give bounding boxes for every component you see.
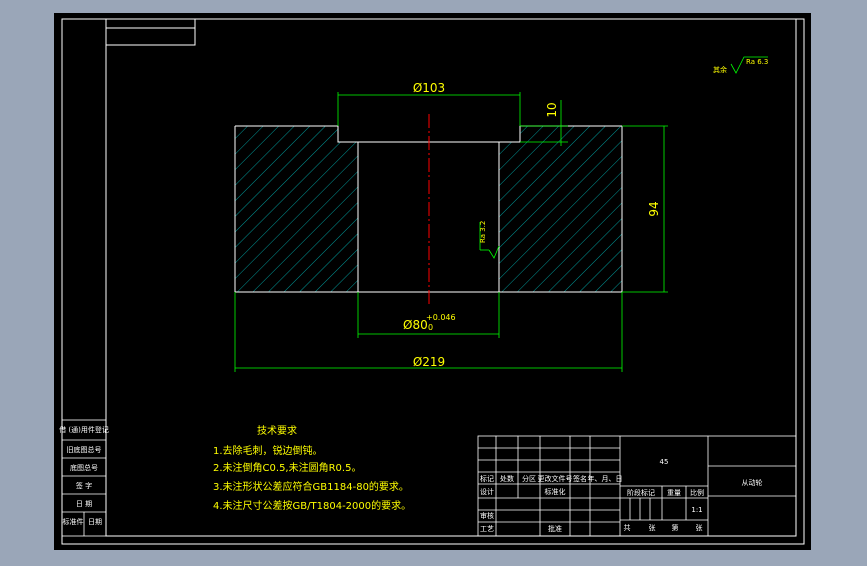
tb-stage-mark: 阶段标记 [627, 488, 655, 497]
dim-bore-tol-upper: +0.046 [426, 313, 456, 322]
side-row-5: 日 期 [76, 500, 92, 508]
tb-weight: 重量 [667, 489, 681, 497]
tb-design: 设计 [480, 487, 494, 496]
roughness-general-value: Ra 6.3 [746, 58, 768, 66]
dim-outer: Ø219 [413, 355, 445, 369]
roughness-general-label: 其余 [713, 65, 727, 74]
dim-top-bore: Ø103 [413, 81, 445, 95]
right-section-hatch [499, 126, 622, 292]
dim-bore: Ø80 [403, 318, 428, 332]
side-row-3: 底图总号 [70, 463, 98, 472]
side-row-1: 借 (通)用件登记 [59, 425, 109, 434]
tb-sheets-total: 共 [624, 523, 631, 532]
dim-height: 94 [647, 201, 661, 216]
tb-header-sign: 签名 [573, 474, 587, 483]
tb-header-zone: 分区 [522, 474, 536, 483]
tb-scale: 1:1 [691, 506, 702, 514]
note-4: 4.未注尺寸公差按GB/T1804-2000的要求。 [213, 499, 411, 512]
tb-review: 审核 [480, 511, 494, 520]
tb-standardize: 标准化 [545, 487, 566, 496]
tb-header-change: 更改文件号 [538, 474, 573, 483]
dim-recess-depth: 10 [545, 102, 559, 117]
note-3: 3.未注形状公差应符合GB1184-80的要求。 [213, 480, 409, 493]
tb-header-mark: 标记 [480, 474, 494, 483]
side-row-4: 签 字 [76, 481, 92, 490]
roughness-bore-value: Ra 3.2 [479, 221, 487, 243]
notes-title: 技术要求 [257, 424, 297, 437]
tb-process: 工艺 [480, 525, 494, 533]
tb-approve: 批准 [548, 524, 562, 533]
tb-material: 45 [660, 458, 669, 466]
side-bottom-1: 标准件 [63, 517, 84, 526]
tb-sheets-unit-1: 张 [649, 523, 656, 532]
note-2: 2.未注倒角C0.5,未注圆角R0.5。 [213, 461, 361, 474]
dim-bore-tol-lower: 0 [428, 323, 433, 332]
tb-scale-header: 比例 [690, 488, 704, 497]
cad-drawing: Ø103 10 94 Ø80 +0.046 0 Ø219 Ra 3.2 其余 R… [54, 13, 811, 550]
tb-sheets-current: 第 [672, 523, 679, 532]
side-row-2: 旧底图总号 [67, 445, 102, 454]
tb-sheets-unit-2: 张 [696, 523, 703, 532]
tb-header-date: 年、月、日 [588, 474, 623, 483]
tb-part-name: 从动轮 [742, 478, 763, 487]
part-section-view [234, 114, 623, 306]
left-section-hatch [235, 126, 358, 292]
note-1: 1.去除毛刺，锐边倒钝。 [213, 444, 323, 457]
side-bottom-2: 日期 [88, 518, 102, 526]
drawing-viewport[interactable]: Ø103 10 94 Ø80 +0.046 0 Ø219 Ra 3.2 其余 R… [0, 0, 867, 562]
tb-header-count: 处数 [500, 474, 514, 483]
